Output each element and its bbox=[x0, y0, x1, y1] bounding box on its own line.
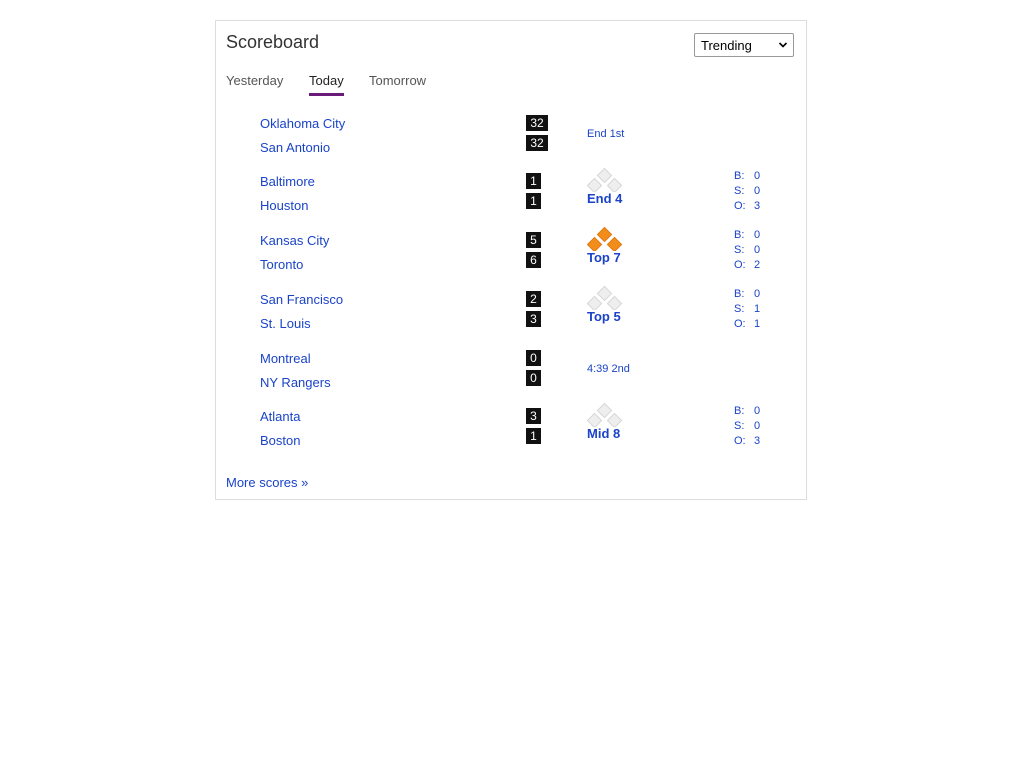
strikes-label: S: bbox=[734, 185, 745, 197]
tab-tomorrow[interactable]: Tomorrow bbox=[369, 73, 426, 88]
away-score: 0 bbox=[526, 350, 541, 366]
active-tab-indicator bbox=[309, 93, 344, 96]
outs-label: O: bbox=[734, 435, 746, 447]
first-base-icon bbox=[606, 177, 623, 192]
away-team-link[interactable]: Montreal bbox=[260, 351, 311, 366]
game-status[interactable]: Mid 8 bbox=[587, 426, 620, 441]
third-base-icon bbox=[587, 295, 603, 310]
away-team-link[interactable]: San Francisco bbox=[260, 292, 343, 307]
tab-today-label: Today bbox=[309, 73, 344, 88]
home-team-link[interactable]: Houston bbox=[260, 198, 308, 213]
third-base-icon bbox=[587, 177, 603, 192]
game-status[interactable]: Top 5 bbox=[587, 309, 621, 324]
away-score: 3 bbox=[526, 408, 541, 424]
balls-value: 0 bbox=[754, 405, 761, 417]
home-team-link[interactable]: St. Louis bbox=[260, 316, 311, 331]
home-score: 32 bbox=[526, 135, 548, 151]
outs-label: O: bbox=[734, 200, 746, 212]
balls-label: B: bbox=[734, 170, 745, 182]
away-score: 2 bbox=[526, 291, 541, 307]
second-base-icon bbox=[596, 167, 613, 184]
outs-label: O: bbox=[734, 259, 746, 271]
strikes-value: 0 bbox=[754, 185, 761, 197]
away-team-link[interactable]: Atlanta bbox=[260, 409, 300, 424]
baseball-diamond-icon bbox=[587, 402, 623, 427]
chevron-down-icon bbox=[778, 42, 788, 48]
pitch-count: B: 0 S: 0 O: 3 bbox=[734, 404, 760, 449]
home-team-link[interactable]: Boston bbox=[260, 433, 300, 448]
outs-value: 3 bbox=[754, 435, 761, 447]
outs-value: 2 bbox=[754, 259, 761, 271]
first-base-icon bbox=[606, 236, 623, 251]
outs-value: 1 bbox=[754, 318, 761, 330]
second-base-icon bbox=[596, 402, 613, 419]
first-base-icon bbox=[606, 412, 623, 427]
game-row[interactable]: Atlanta Boston 3 1 Mid 8 B: 0 S: 0 O: 3 bbox=[216, 402, 806, 465]
home-team-link[interactable]: Toronto bbox=[260, 257, 303, 272]
home-score: 1 bbox=[526, 193, 541, 209]
strikes-label: S: bbox=[734, 303, 745, 315]
away-score: 32 bbox=[526, 115, 548, 131]
home-score: 3 bbox=[526, 311, 541, 327]
scoreboard-title: Scoreboard bbox=[226, 32, 320, 52]
tab-tomorrow-label: Tomorrow bbox=[369, 73, 427, 88]
away-team-link[interactable]: Kansas City bbox=[260, 233, 329, 248]
game-row[interactable]: San Francisco St. Louis 2 3 Top 5 B: 0 S:… bbox=[216, 285, 806, 348]
pitch-count: B: 0 S: 0 O: 3 bbox=[734, 169, 760, 214]
balls-value: 0 bbox=[754, 288, 761, 300]
game-status[interactable]: Top 7 bbox=[587, 250, 621, 265]
balls-label: B: bbox=[734, 288, 745, 300]
first-base-icon bbox=[606, 295, 623, 310]
scoreboard-card: Scoreboard Trending Yesterday Today Tomo… bbox=[215, 20, 807, 500]
away-score: 1 bbox=[526, 173, 541, 189]
game-row[interactable]: Baltimore Houston 1 1 End 4 B: 0 S: 0 O: 3 bbox=[216, 167, 806, 230]
strikes-value: 0 bbox=[754, 420, 761, 432]
third-base-icon bbox=[587, 236, 603, 251]
balls-value: 0 bbox=[754, 170, 761, 182]
baseball-diamond-icon bbox=[587, 285, 623, 310]
baseball-diamond-icon bbox=[587, 226, 623, 251]
trending-select-value: Trending bbox=[701, 38, 752, 53]
pitch-count: B: 0 S: 1 O: 1 bbox=[734, 287, 760, 332]
strikes-label: S: bbox=[734, 244, 745, 256]
tab-today[interactable]: Today bbox=[309, 73, 344, 96]
home-score: 6 bbox=[526, 252, 541, 268]
strikes-value: 1 bbox=[754, 303, 761, 315]
more-scores-link[interactable]: More scores » bbox=[226, 475, 308, 490]
home-team-link[interactable]: NY Rangers bbox=[260, 375, 331, 390]
balls-label: B: bbox=[734, 405, 745, 417]
balls-label: B: bbox=[734, 229, 745, 241]
game-status[interactable]: 4:39 2nd bbox=[587, 363, 630, 375]
second-base-icon bbox=[596, 226, 613, 243]
third-base-icon bbox=[587, 412, 603, 427]
home-score: 1 bbox=[526, 428, 541, 444]
away-team-link[interactable]: Baltimore bbox=[260, 174, 315, 189]
strikes-label: S: bbox=[734, 420, 745, 432]
tab-yesterday-label: Yesterday bbox=[226, 73, 284, 88]
tab-yesterday[interactable]: Yesterday bbox=[226, 73, 283, 88]
strikes-value: 0 bbox=[754, 244, 761, 256]
trending-select[interactable]: Trending bbox=[694, 33, 794, 57]
game-row[interactable]: Montreal NY Rangers 0 0 4:39 2nd bbox=[216, 349, 806, 407]
home-team-link[interactable]: San Antonio bbox=[260, 140, 330, 155]
game-row[interactable]: Kansas City Toronto 5 6 Top 7 B: 0 S: 0 O:… bbox=[216, 226, 806, 289]
game-status[interactable]: End 1st bbox=[587, 128, 624, 140]
home-score: 0 bbox=[526, 370, 541, 386]
outs-label: O: bbox=[734, 318, 746, 330]
away-score: 5 bbox=[526, 232, 541, 248]
pitch-count: B: 0 S: 0 O: 2 bbox=[734, 228, 760, 273]
game-status[interactable]: End 4 bbox=[587, 191, 622, 206]
game-row[interactable]: Oklahoma City San Antonio 32 32 End 1st bbox=[216, 114, 806, 172]
baseball-diamond-icon bbox=[587, 167, 623, 192]
outs-value: 3 bbox=[754, 200, 761, 212]
away-team-link[interactable]: Oklahoma City bbox=[260, 116, 345, 131]
second-base-icon bbox=[596, 285, 613, 302]
balls-value: 0 bbox=[754, 229, 761, 241]
